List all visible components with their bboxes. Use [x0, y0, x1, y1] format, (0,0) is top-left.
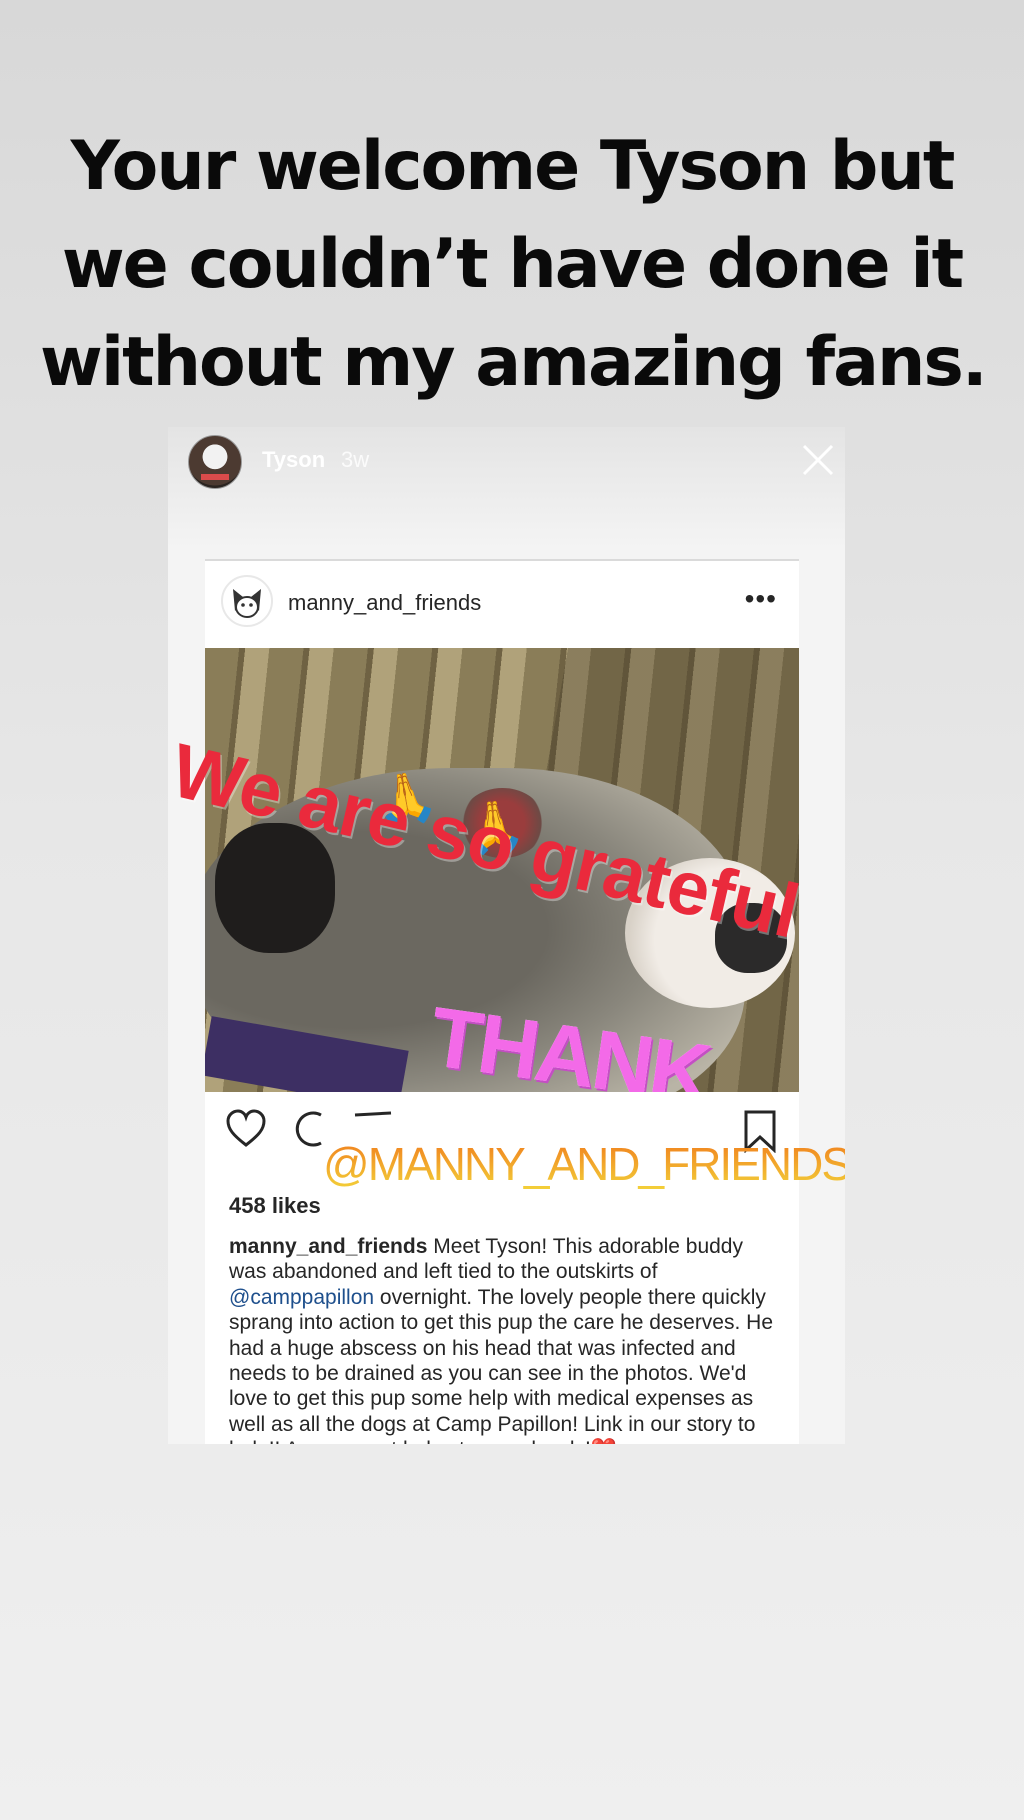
headline-line-3: without my amazing fans.: [40, 323, 988, 402]
heart-icon[interactable]: [225, 1109, 267, 1149]
heart-emoji: ❤️: [591, 1438, 617, 1444]
likes-count[interactable]: 458 likes: [229, 1193, 321, 1219]
caption-mention-link[interactable]: @camppapillon: [229, 1286, 374, 1309]
reshared-story[interactable]: Tyson 3w manny_and_friends ••• 🙏 🙏 THANK…: [168, 427, 845, 1444]
comment-icon[interactable]: [295, 1109, 325, 1149]
post-header: manny_and_friends •••: [205, 561, 799, 647]
story-avatar[interactable]: [188, 435, 242, 489]
story-header: Tyson 3w: [168, 427, 845, 497]
post-username[interactable]: manny_and_friends: [288, 590, 481, 616]
story-timestamp: 3w: [341, 447, 370, 472]
story-headline: Your welcome Tyson but we couldn’t have …: [40, 118, 988, 412]
headline-line-2: we couldn’t have done it: [61, 225, 964, 304]
share-icon[interactable]: [353, 1109, 393, 1129]
headline-line-1: Your welcome Tyson but: [70, 127, 956, 206]
post-avatar[interactable]: [221, 575, 273, 627]
post-caption: manny_and_friends Meet Tyson! This adora…: [229, 1234, 784, 1444]
dog-logo-icon: [233, 589, 261, 618]
caption-username[interactable]: manny_and_friends: [229, 1235, 427, 1258]
caption-text: overnight. The lovely people there quick…: [229, 1285, 774, 1444]
close-icon[interactable]: [801, 443, 835, 477]
mention-sticker[interactable]: @MANNY_AND_FRIENDS: [323, 1137, 845, 1191]
story-username[interactable]: Tyson: [262, 447, 325, 473]
instagram-post[interactable]: manny_and_friends ••• 🙏 🙏 THANK YOU We a…: [168, 559, 845, 1444]
more-options-icon[interactable]: •••: [745, 583, 777, 615]
